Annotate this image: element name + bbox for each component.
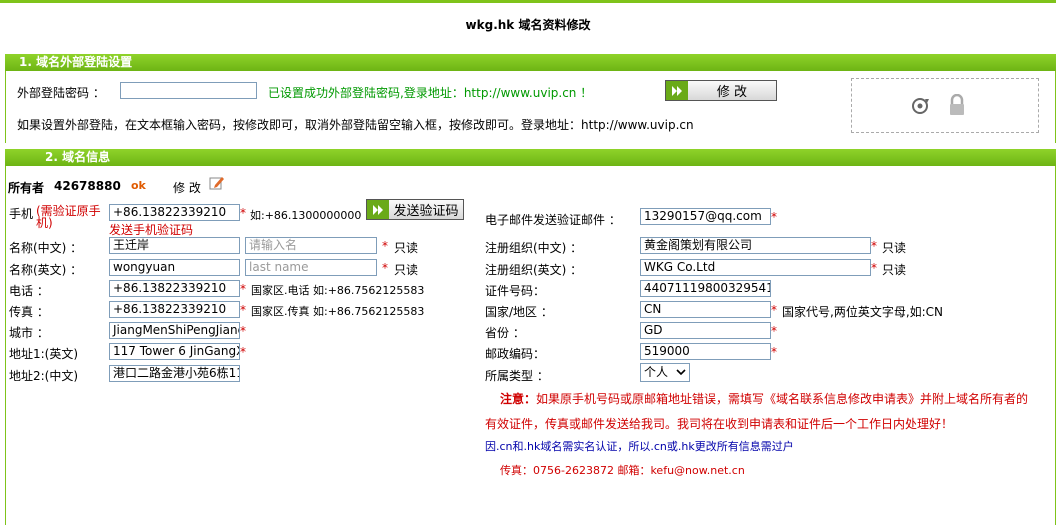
contact-info: 传真：0756-2623872 邮箱：kefu@now.net.cn [500, 464, 745, 477]
external-password-label: 外部登陆密码 ： [17, 86, 105, 100]
chevron-down-icon [676, 364, 686, 381]
required-star: * [871, 261, 877, 275]
type-select[interactable]: 个人 [640, 363, 690, 382]
cert-input[interactable]: 440711198003295410 [640, 280, 771, 297]
readonly-text: 只读 [394, 241, 419, 255]
required-star: * [771, 345, 777, 359]
modify-button-label: 修 改 [716, 85, 748, 100]
country-note: 国家代号,两位英文字母,如:CN [782, 305, 944, 319]
arrow-right-icon [666, 81, 688, 100]
readonly-text: 只读 [882, 241, 907, 255]
org-cn-label: 注册组织(中文) ： [485, 241, 583, 255]
edit-icon[interactable] [209, 175, 225, 194]
external-password-input[interactable] [120, 82, 257, 99]
send-code-button[interactable]: 发送验证码 [366, 199, 464, 220]
required-star: * [240, 206, 246, 220]
province-label: 省份 ： [485, 326, 525, 340]
owner-ok-badge: ok [131, 179, 146, 192]
required-star: * [871, 239, 877, 253]
phone-input[interactable]: +86.13822339210 [109, 280, 240, 297]
mobile-example: 如:+86.1300000000 [250, 209, 362, 222]
required-star: * [382, 239, 388, 253]
required-star: * [240, 345, 246, 359]
external-login-note: 如果设置外部登陆，在文本框输入密码，按修改即可，取消外部登陆留空输入框，按修改即… [17, 118, 694, 132]
readonly-text: 只读 [394, 263, 419, 277]
owner-label: 所有者 [8, 181, 45, 195]
first-name-cn-input[interactable]: 请输入名 [245, 237, 377, 254]
address2-input[interactable]: 港口二路金港小苑6栋11 [109, 365, 240, 382]
address1-input[interactable]: 117 Tower 6 JinGangX [109, 343, 240, 360]
org-cn-input[interactable]: 黄金阁策划有限公司 [640, 237, 871, 254]
org-en-input[interactable]: WKG Co.Ltd [640, 259, 871, 276]
mobile-input[interactable]: +86.13822339210 [109, 204, 240, 221]
email-label: 电子邮件发送验证邮件 ： [485, 213, 621, 227]
last-name-input[interactable]: last name [245, 259, 377, 276]
readonly-text: 只读 [882, 263, 907, 277]
address1-label: 地址1:(英文) [9, 347, 79, 361]
name-cn-label: 名称(中文) ： [9, 241, 83, 255]
name-en-input[interactable]: wongyuan [109, 259, 240, 276]
password-status-text: 已设置成功外部登陆密码,登录地址：http://www.uvip.cn ！ [268, 86, 593, 100]
page-title: wkg.hk 域名资料修改 [465, 18, 591, 32]
sync-icon[interactable] [909, 96, 931, 119]
send-sms-link[interactable]: 发送手机验证码 [109, 221, 193, 238]
mobile-label: 手机 [9, 207, 34, 221]
required-star: * [771, 303, 777, 317]
owner-id: 42678880 [54, 179, 121, 193]
section-header-external-login: 1. 域名外部登陆设置 [5, 54, 1056, 71]
required-star: * [240, 282, 246, 296]
send-code-label: 发送验证码 [393, 204, 459, 219]
section-header-domain-info: 2. 域名信息 [5, 149, 1056, 166]
province-input[interactable]: GD [640, 322, 771, 339]
address2-label: 地址2:(中文) [9, 369, 79, 383]
postal-input[interactable]: 519000 [640, 343, 771, 360]
top-accent-bar [0, 0, 1056, 3]
org-en-label: 注册组织(英文) ： [485, 263, 583, 277]
country-label: 国家/地区 ： [485, 305, 553, 319]
arrow-right-icon [367, 200, 389, 219]
cert-label: 证件号码： [485, 284, 546, 298]
required-star: * [240, 303, 246, 317]
notice-line-1: 注意：如果原手机号码或原邮箱地址错误，需填写《域名联系信息修改申请表》并附上域名… [500, 392, 1029, 406]
lock-icon[interactable] [948, 93, 966, 119]
modify-button[interactable]: 修 改 [665, 80, 777, 101]
required-star: * [771, 210, 777, 224]
security-widget [851, 78, 1039, 133]
phone-label: 电话 ： [9, 284, 49, 298]
name-en-label: 名称(英文) ： [9, 263, 83, 277]
required-star: * [771, 324, 777, 338]
fax-example: 国家区.传真 如:+86.7562125583 [251, 305, 425, 318]
type-label: 所属类型 ： [485, 369, 549, 383]
country-input[interactable]: CN [640, 301, 771, 318]
required-star: * [240, 324, 246, 338]
name-cn-input[interactable]: 王迁岸 [109, 237, 240, 254]
notice-line-2: 有效证件，传真或邮件发送给我司。我司将在收到申请表和证件后一个工作日内处理好！ [485, 417, 954, 431]
city-label: 城市 ： [9, 326, 49, 340]
mobile-verify-note: (需验证原手机) [36, 204, 101, 230]
postal-label: 邮政编码： [485, 347, 546, 361]
city-input[interactable]: JiangMenShiPengJiang [109, 322, 240, 339]
phone-example: 国家区.电话 如:+86.7562125583 [251, 284, 425, 297]
owner-modify-link[interactable]: 修 改 [173, 179, 201, 196]
fax-label: 传真 ： [9, 305, 49, 319]
realname-note: 因.cn和.hk域名需实名认证，所以.cn或.hk更改所有信息需过户 [485, 440, 794, 453]
fax-input[interactable]: +86.13822339210 [109, 301, 240, 318]
required-star: * [382, 261, 388, 275]
email-input[interactable]: 13290157@qq.com [640, 208, 771, 225]
